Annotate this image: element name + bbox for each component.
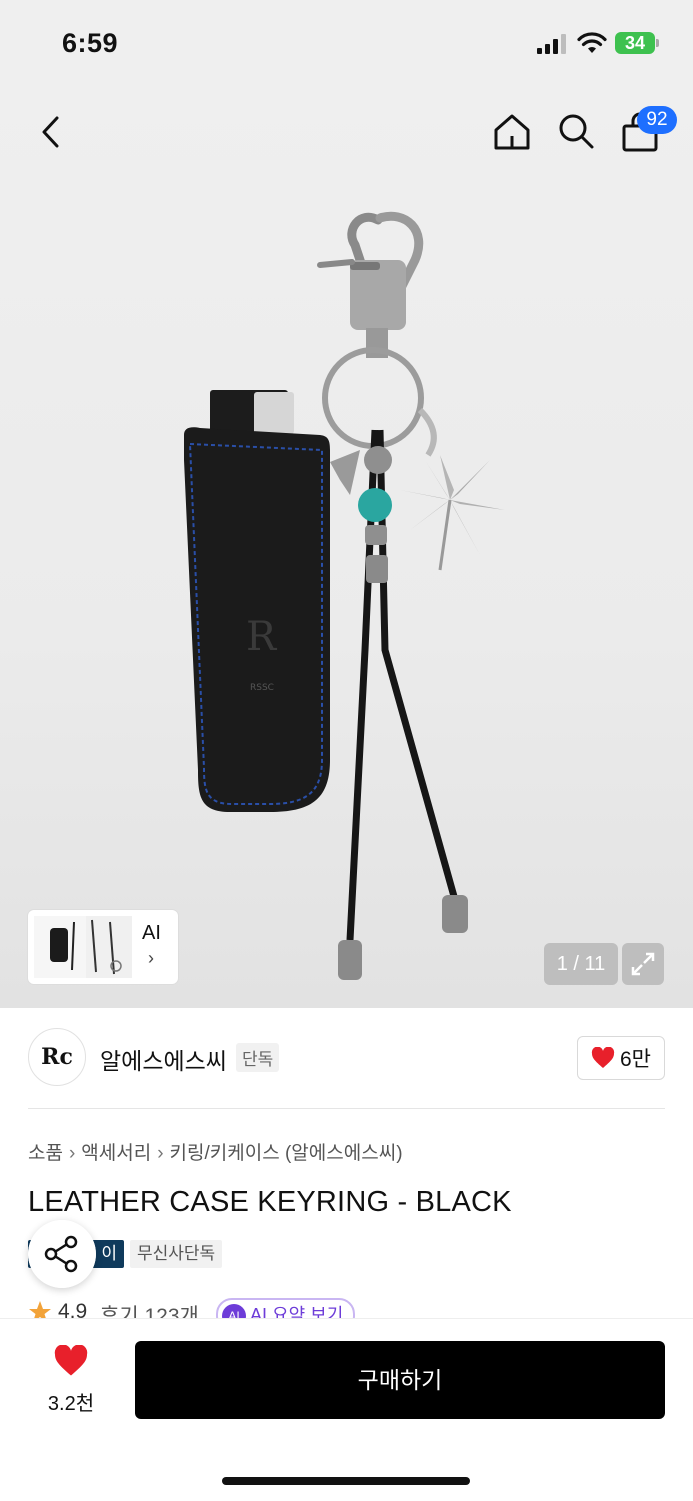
brand-logo[interactable]: Rc (28, 1028, 86, 1086)
bottom-action-bar: 3.2천 구매하기 (0, 1318, 693, 1501)
search-icon[interactable] (555, 110, 597, 152)
cellular-signal-icon (537, 34, 566, 54)
product-image: R RSSC (184, 211, 505, 980)
thumbnail-1[interactable] (34, 916, 90, 978)
exclusive-badge: 단독 (236, 1043, 280, 1072)
brand-like-count: 6만 (620, 1048, 651, 1071)
chevron-right-icon: › (68, 1143, 76, 1164)
brand-row[interactable]: Rc 알에스에스씨 단독 6만 (28, 1028, 665, 1088)
review-count[interactable]: 후기 123개 (100, 1300, 199, 1320)
breadcrumb-item[interactable]: 액세서리 (81, 1143, 151, 1164)
brand-like-button[interactable]: 6만 (577, 1036, 665, 1080)
status-bar: 6:59 34 (0, 0, 693, 88)
divider (28, 1108, 665, 1109)
back-icon[interactable] (30, 112, 70, 152)
image-counter: 1 / 11 (544, 943, 618, 985)
product-title: LEATHER CASE KEYRING - BLACK (28, 1186, 512, 1218)
battery-icon: 34 (615, 32, 659, 56)
expand-icon[interactable] (622, 943, 664, 985)
heart-icon (54, 1344, 88, 1376)
home-icon[interactable] (490, 110, 534, 154)
heart-icon (591, 1047, 615, 1068)
battery-level: 34 (615, 32, 655, 54)
rating-value: 4.9 (58, 1300, 88, 1320)
chevron-right-icon: › (157, 1143, 164, 1164)
home-indicator (222, 1477, 470, 1485)
product-gallery[interactable]: 92 R RSSC AI › 1 / 11 (0, 88, 693, 1008)
ai-summary-button[interactable]: AI AI 요약 보기 (216, 1298, 356, 1320)
ai-search-label[interactable]: AI (142, 922, 161, 945)
breadcrumb-item[interactable]: 키링/키케이스 (알에스에스씨) (170, 1143, 403, 1164)
thumbnail-2[interactable] (86, 916, 132, 978)
thumbnail-strip[interactable]: AI › (28, 910, 178, 984)
brand-name[interactable]: 알에스에스씨 (100, 1042, 227, 1076)
buy-button[interactable]: 구매하기 (135, 1341, 665, 1419)
breadcrumb-item[interactable]: 소품 (28, 1143, 63, 1164)
svg-text:RSSC: RSSC (250, 683, 274, 693)
status-time: 6:59 (62, 28, 119, 58)
chevron-right-icon[interactable]: › (148, 948, 154, 969)
cart-count-badge: 92 (637, 106, 677, 134)
wifi-icon (577, 32, 607, 53)
wishlist-count: 3.2천 (47, 1393, 95, 1415)
svg-text:R: R (246, 614, 278, 660)
breadcrumb: 소품 › 액세서리 › 키링/키케이스 (알에스에스씨) (28, 1138, 403, 1165)
rating-row[interactable]: 4.9 후기 123개 AI AI 요약 보기 (28, 1298, 668, 1320)
star-icon (29, 1301, 51, 1320)
share-icon[interactable] (28, 1220, 96, 1288)
tag-badge: 무신사단독 (130, 1240, 223, 1268)
wishlist-button[interactable] (40, 1344, 102, 1382)
